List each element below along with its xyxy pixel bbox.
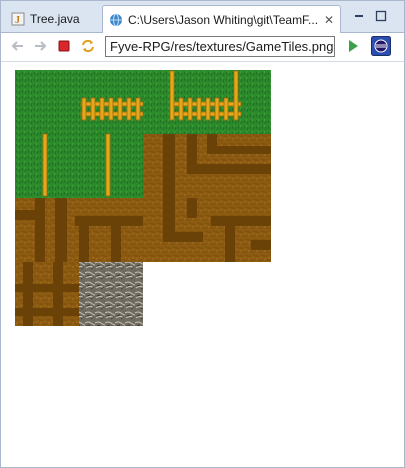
tab-tree-java[interactable]: J Tree.java: [5, 5, 101, 32]
forward-arrow-icon[interactable]: [32, 38, 48, 54]
stop-icon[interactable]: [56, 38, 72, 54]
svg-text:J: J: [15, 15, 20, 26]
go-icon[interactable]: [345, 38, 361, 54]
close-tab-icon[interactable]: ✕: [324, 13, 334, 27]
tab-strip: J Tree.java C:\Users\Jason Whiting\git\T…: [1, 1, 404, 33]
tab-browser[interactable]: C:\Users\Jason Whiting\git\TeamF... ✕: [102, 5, 341, 33]
tab-label: Tree.java: [30, 11, 80, 26]
grass-tile: [15, 134, 143, 198]
refresh-icon[interactable]: [80, 38, 96, 54]
tab-label: C:\Users\Jason Whiting\git\TeamF...: [128, 12, 319, 27]
back-arrow-icon[interactable]: [10, 38, 26, 54]
stone-tile: [79, 262, 143, 326]
browser-editor-window: J Tree.java C:\Users\Jason Whiting\git\T…: [0, 0, 405, 468]
java-file-icon: J: [11, 12, 25, 26]
url-field[interactable]: Fyve-RPG/res/textures/GameTiles.png ⌵: [105, 36, 335, 57]
minimize-icon[interactable]: [351, 8, 367, 24]
eclipse-icon[interactable]: [371, 36, 391, 56]
browser-globe-icon: [110, 13, 122, 26]
url-value: Fyve-RPG/res/textures/GameTiles.png: [110, 39, 334, 54]
maximize-icon[interactable]: [373, 8, 389, 24]
game-tiles-image: [15, 70, 271, 326]
browser-toolbar: Fyve-RPG/res/textures/GameTiles.png ⌵: [1, 33, 404, 62]
chevron-down-icon[interactable]: ⌵: [333, 40, 334, 53]
